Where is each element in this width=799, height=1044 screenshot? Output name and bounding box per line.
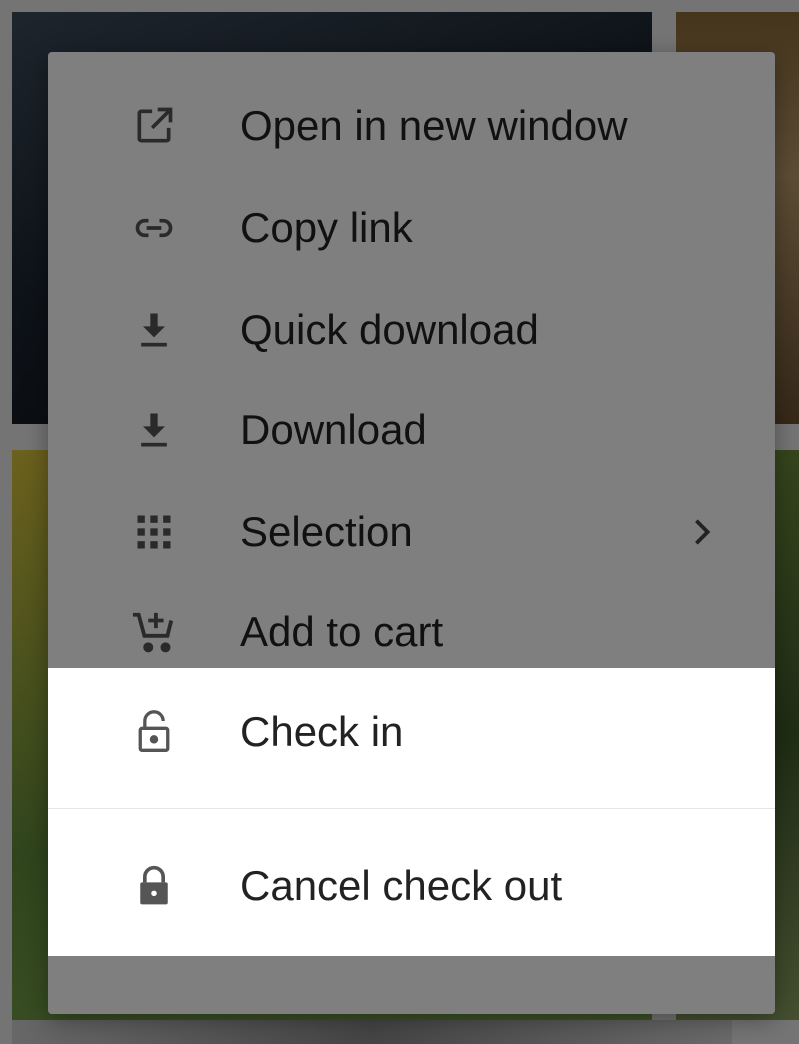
menu-item-cancel-check-out[interactable]: Cancel check out (48, 836, 775, 936)
menu-item-download[interactable]: Download (48, 380, 775, 480)
open-in-new-icon (128, 100, 180, 152)
menu-item-check-in[interactable]: Check in (48, 682, 775, 782)
download-icon (128, 304, 180, 356)
menu-item-label: Check in (240, 708, 404, 755)
menu-item-label: Add to cart (240, 608, 444, 655)
download-icon (128, 404, 180, 456)
menu-divider (48, 808, 775, 809)
link-icon (128, 202, 180, 254)
add-to-cart-icon (128, 606, 180, 658)
menu-item-add-to-cart[interactable]: Add to cart (48, 582, 775, 682)
menu-item-label: Open in new window (240, 102, 628, 149)
menu-item-label: Cancel check out (240, 862, 563, 909)
context-menu: Open in new window Copy link Quick downl… (48, 52, 775, 1014)
background-thumbnail (12, 1020, 732, 1044)
chevron-right-icon (688, 512, 716, 552)
menu-item-label: Download (240, 406, 427, 453)
menu-item-copy-link[interactable]: Copy link (48, 178, 775, 278)
menu-item-selection[interactable]: Selection (48, 482, 775, 582)
grid-icon (128, 506, 180, 558)
menu-item-open-in-new-window[interactable]: Open in new window (48, 76, 775, 176)
menu-footer (48, 956, 775, 1014)
unlock-icon (128, 706, 180, 758)
menu-item-label: Quick download (240, 306, 539, 353)
menu-item-label: Copy link (240, 204, 413, 251)
lock-icon (128, 860, 180, 912)
menu-item-quick-download[interactable]: Quick download (48, 280, 775, 380)
menu-item-label: Selection (240, 508, 413, 555)
